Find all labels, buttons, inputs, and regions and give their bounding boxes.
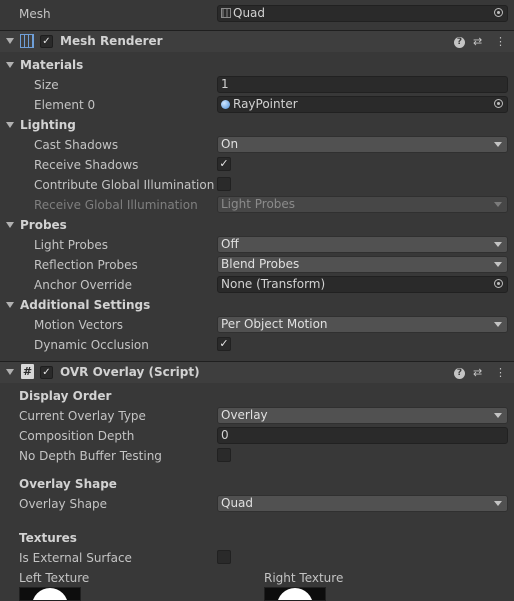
overlay-shape-label: Overlay Shape xyxy=(19,497,108,511)
receive-gi-dropdown: Light Probes xyxy=(217,196,508,213)
dropdown-arrow-icon xyxy=(494,501,502,506)
receive-shadows-checkbox[interactable]: ✓ xyxy=(217,157,231,171)
foldout-arrow-icon[interactable] xyxy=(6,302,14,308)
reflection-probes-value: Blend Probes xyxy=(221,257,300,271)
foldout-arrow-icon[interactable] xyxy=(6,369,14,375)
light-probes-label: Light Probes xyxy=(34,238,109,252)
receive-shadows-label: Receive Shadows xyxy=(34,158,139,172)
dropdown-arrow-icon xyxy=(494,202,502,207)
more-options-icon[interactable]: ⋮ xyxy=(495,366,506,380)
motion-vectors-dropdown[interactable]: Per Object Motion xyxy=(217,316,508,333)
element0-value: RayPointer xyxy=(233,97,298,111)
lighting-header[interactable]: Lighting xyxy=(20,117,76,133)
mesh-icon xyxy=(221,8,231,18)
object-picker-icon[interactable] xyxy=(494,99,503,108)
anchor-override-field[interactable]: None (Transform) xyxy=(217,276,508,293)
element0-field[interactable]: RayPointer xyxy=(217,96,508,113)
size-field[interactable]: 1 xyxy=(217,76,508,93)
help-icon[interactable]: ? xyxy=(454,37,465,48)
foldout-arrow-icon[interactable] xyxy=(6,122,14,128)
motion-vectors-label: Motion Vectors xyxy=(34,318,123,332)
more-options-icon[interactable]: ⋮ xyxy=(495,35,506,49)
object-picker-icon[interactable] xyxy=(494,8,503,17)
textures-header: Textures xyxy=(19,531,77,545)
receive-gi-value: Light Probes xyxy=(221,197,296,211)
anchor-override-label: Anchor Override xyxy=(34,278,133,292)
dynamic-occlusion-label: Dynamic Occlusion xyxy=(34,338,149,352)
mesh-renderer-header[interactable]: ✓ Mesh Renderer ? ⇄ ⋮ xyxy=(0,30,514,52)
material-icon xyxy=(221,100,230,109)
current-overlay-type-value: Overlay xyxy=(221,408,268,422)
cast-shadows-label: Cast Shadows xyxy=(34,138,119,152)
ovr-overlay-title: OVR Overlay (Script) xyxy=(60,365,200,379)
left-texture-label: Left Texture xyxy=(19,571,90,585)
element0-label: Element 0 xyxy=(34,98,96,112)
help-icon[interactable]: ? xyxy=(454,368,465,379)
cast-shadows-dropdown[interactable]: On xyxy=(217,136,508,153)
mesh-renderer-enabled-checkbox[interactable]: ✓ xyxy=(40,35,53,48)
overlay-shape-value: Quad xyxy=(221,496,254,510)
mesh-field[interactable]: Quad xyxy=(217,5,508,22)
anchor-override-value: None (Transform) xyxy=(221,277,326,291)
overlay-shape-header: Overlay Shape xyxy=(19,477,117,491)
additional-settings-header[interactable]: Additional Settings xyxy=(20,297,150,313)
receive-gi-label: Receive Global Illumination xyxy=(34,198,198,212)
size-label: Size xyxy=(34,78,59,92)
preset-icon[interactable]: ⇄ xyxy=(473,35,482,49)
current-overlay-type-dropdown[interactable]: Overlay xyxy=(217,407,508,424)
mesh-label: Mesh xyxy=(19,7,51,21)
dropdown-arrow-icon xyxy=(494,142,502,147)
dropdown-arrow-icon xyxy=(494,413,502,418)
materials-header[interactable]: Materials xyxy=(20,57,83,73)
preset-icon[interactable]: ⇄ xyxy=(473,366,482,380)
light-probes-dropdown[interactable]: Off xyxy=(217,236,508,253)
object-picker-icon[interactable] xyxy=(494,279,503,288)
display-order-header: Display Order xyxy=(19,389,112,403)
dropdown-arrow-icon xyxy=(494,322,502,327)
right-texture-label: Right Texture xyxy=(264,571,344,585)
light-probes-value: Off xyxy=(221,237,239,251)
reflection-probes-dropdown[interactable]: Blend Probes xyxy=(217,256,508,273)
mesh-renderer-icon xyxy=(20,34,34,48)
dynamic-occlusion-checkbox[interactable]: ✓ xyxy=(217,337,231,351)
mesh-renderer-title: Mesh Renderer xyxy=(60,34,163,48)
foldout-arrow-icon[interactable] xyxy=(6,38,14,44)
probes-header[interactable]: Probes xyxy=(20,217,67,233)
composition-depth-field[interactable]: 0 xyxy=(217,427,508,444)
left-texture-preview[interactable] xyxy=(19,587,81,601)
ovr-overlay-enabled-checkbox[interactable]: ✓ xyxy=(40,366,53,379)
dropdown-arrow-icon xyxy=(494,242,502,247)
script-icon: # xyxy=(21,364,34,379)
reflection-probes-label: Reflection Probes xyxy=(34,258,138,272)
is-external-surface-checkbox[interactable] xyxy=(217,550,231,564)
is-external-surface-label: Is External Surface xyxy=(19,551,132,565)
dropdown-arrow-icon xyxy=(494,262,502,267)
mesh-value: Quad xyxy=(233,6,266,20)
motion-vectors-value: Per Object Motion xyxy=(221,317,328,331)
ovr-overlay-header[interactable]: # ✓ OVR Overlay (Script) ? ⇄ ⋮ xyxy=(0,361,514,383)
overlay-shape-dropdown[interactable]: Quad xyxy=(217,495,508,512)
no-depth-buffer-checkbox[interactable] xyxy=(217,448,231,462)
contribute-gi-checkbox[interactable] xyxy=(217,177,231,191)
right-texture-preview[interactable] xyxy=(264,587,326,601)
no-depth-buffer-label: No Depth Buffer Testing xyxy=(19,449,162,463)
foldout-arrow-icon[interactable] xyxy=(6,62,14,68)
current-overlay-type-label: Current Overlay Type xyxy=(19,409,146,423)
foldout-arrow-icon[interactable] xyxy=(6,222,14,228)
cast-shadows-value: On xyxy=(221,137,239,151)
contribute-gi-label: Contribute Global Illumination xyxy=(34,178,215,192)
composition-depth-label: Composition Depth xyxy=(19,429,135,443)
